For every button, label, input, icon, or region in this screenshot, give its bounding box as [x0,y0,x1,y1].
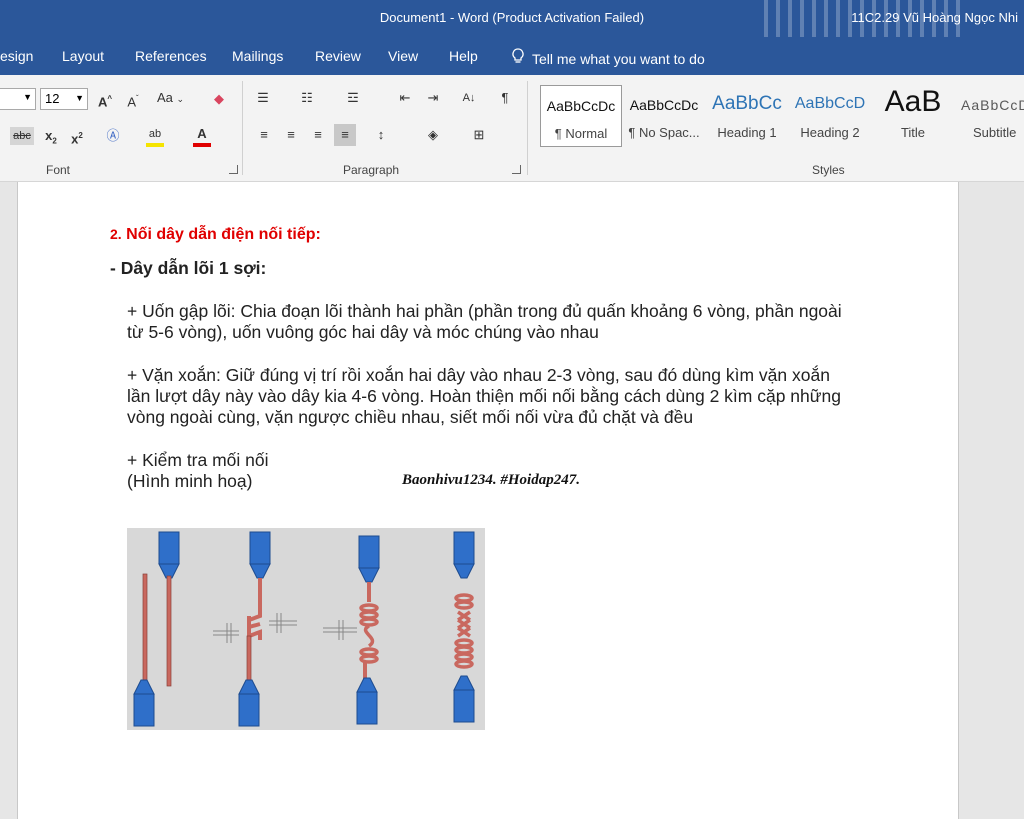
style-name: Subtitle [973,125,1017,140]
subscript-icon[interactable]: x2 [42,127,60,146]
style-no-spacing[interactable]: AaBbCcDc ¶ No Spac... [623,85,705,147]
align-center-icon[interactable]: ≡ [282,126,300,144]
title-bar: Document1 - Word (Product Activation Fai… [0,0,1024,37]
style-sample: AaBbCcD [961,97,1024,113]
line-spacing-icon[interactable]: ↕ [372,126,390,144]
tell-me-text: Tell me what you want to do [532,51,705,67]
sort-icon[interactable]: A↓ [460,89,478,107]
subheading: - Dây dẫn lõi 1 sợi: [110,258,267,278]
font-group-label: Font [46,163,71,177]
style-heading-2[interactable]: AaBbCcD Heading 2 [789,85,871,147]
tab-design[interactable]: esign [0,48,33,64]
style-sample: AaBbCcDc [546,98,616,114]
pilcrow-icon[interactable]: ¶ [496,89,514,107]
chevron-down-icon: ▼ [75,93,84,103]
lightbulb-icon [512,48,524,67]
styles-group-label: Styles [812,163,845,177]
user-name[interactable]: 11C2.29 Vũ Hoàng Ngọc Nhi [851,10,1018,25]
superscript-icon[interactable]: x2 [68,127,86,146]
style-normal[interactable]: AaBbCcDc ¶ Normal [540,85,622,147]
wire-diagram [133,531,475,727]
style-sample: AaBbCcDc [629,97,699,113]
paragraph-twist: + Vặn xoắn: Giữ đúng vị trí rồi xoắn hai… [127,365,841,427]
align-right-icon[interactable]: ≡ [309,126,327,144]
paragraph-group-label: Paragraph [343,163,400,177]
style-heading-1[interactable]: AaBbCc Heading 1 [706,85,788,147]
strikethrough-icon[interactable]: abc [10,127,34,145]
tab-review[interactable]: Review [315,48,361,64]
tab-layout[interactable]: Layout [62,48,104,64]
grow-font-icon[interactable]: A^ [96,90,114,109]
multilevel-list-icon[interactable]: ☲ [344,89,362,107]
style-name: ¶ No Spac... [628,125,700,140]
bullets-icon[interactable]: ☰ [254,89,272,107]
style-sample: AaB [884,85,942,118]
chevron-down-icon: ⌄ [176,94,185,104]
wire-joint-illustration [127,528,485,730]
tab-view[interactable]: View [388,48,418,64]
change-case-button[interactable]: Aa ⌄ [157,90,184,105]
style-sample: AaBbCcD [794,95,866,112]
borders-icon[interactable]: ⊞ [470,126,488,144]
style-name: Heading 1 [717,125,777,140]
style-name: Title [900,125,926,140]
change-case-label: Aa [157,90,173,105]
credit-text: Baonhivu1234. #Hoidap247. [402,472,580,488]
tab-help[interactable]: Help [449,48,478,64]
tab-references[interactable]: References [135,48,207,64]
shrink-font-icon[interactable]: Aˇ [124,90,142,109]
style-sample: AaBbCc [712,93,782,114]
increase-indent-icon[interactable]: ⇥ [424,89,442,107]
ribbon-tabs: esign Layout References Mailings Review … [0,37,1024,75]
style-subtitle[interactable]: AaBbCcD Subtitle [955,85,1024,147]
paragraph-dialog-launcher[interactable] [512,165,521,174]
font-color-icon[interactable]: A [193,125,211,147]
justify-icon[interactable]: ≡ [334,124,356,146]
clear-formatting-icon[interactable]: ◆ [210,90,228,108]
highlight-icon[interactable]: ab [146,125,164,147]
font-size-dropdown[interactable]: 12 ▼ [40,88,88,110]
text-effects-icon[interactable]: Ⓐ [104,127,122,145]
font-size-value: 12 [45,91,60,106]
heading-text: Nối dây dẫn điện nối tiếp: [126,226,321,243]
font-name-dropdown[interactable]: ▼ [0,88,36,110]
chevron-down-icon: ▼ [23,92,32,102]
numbering-icon[interactable]: ☷ [298,89,316,107]
style-title[interactable]: AaB Title [872,85,954,147]
tab-mailings[interactable]: Mailings [232,48,283,64]
decrease-indent-icon[interactable]: ⇤ [396,89,414,107]
ribbon: ▼ 12 ▼ A^ Aˇ Aa ⌄ ◆ abc x2 x2 Ⓐ ab A Fon… [0,75,1024,182]
font-dialog-launcher[interactable] [229,165,238,174]
heading-number: 2. [110,226,122,242]
paragraph-check: + Kiểm tra mối nối [127,450,269,470]
align-left-icon[interactable]: ≡ [255,126,273,144]
style-name: ¶ Normal [554,126,608,141]
separator [242,81,243,175]
style-name: Heading 2 [800,125,860,140]
tell-me-box[interactable]: Tell me what you want to do [512,48,705,67]
shading-icon[interactable]: ◈ [424,126,442,144]
section-heading: 2. Nối dây dẫn điện nối tiếp: [110,224,835,245]
separator [527,81,528,175]
paragraph-bend: + Uốn gập lõi: Chia đoạn lõi thành hai p… [127,301,842,342]
